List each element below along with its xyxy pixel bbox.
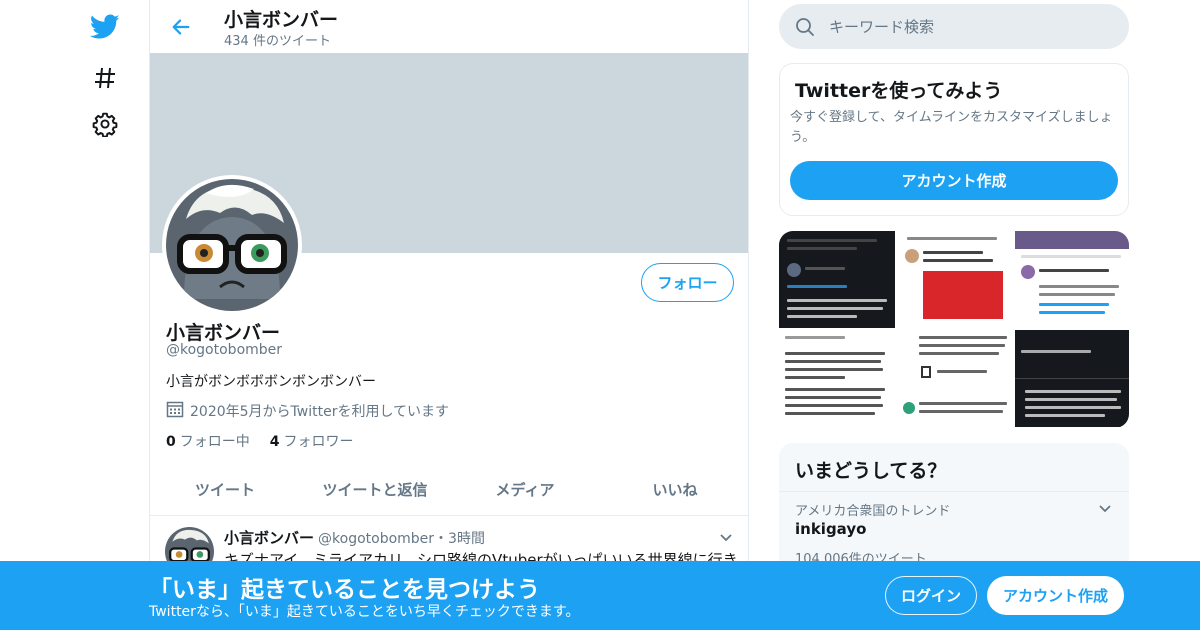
joined-date: 2020年5月からTwitterを利用しています (190, 404, 450, 420)
profile-name: 小言ボンバー (166, 322, 281, 344)
tweet-handle-time: @kogotobomber・3時間 (318, 531, 485, 547)
trend-name: inkigayo (795, 520, 867, 538)
profile-tabs: ツイート ツイートと返信 メディア いいね (150, 463, 748, 516)
back-arrow-icon[interactable] (168, 14, 194, 40)
tweet-author-name[interactable]: 小言ボンバー (224, 529, 314, 547)
tab-tweets-replies[interactable]: ツイートと返信 (300, 463, 450, 515)
search-icon (795, 17, 815, 37)
signup-description: 今すぐ登録して、タイムラインをカスタマイズしましょう。 (790, 110, 1113, 145)
trends-title: いまどうしてる？ (795, 460, 947, 482)
trend-location: アメリカ合衆国のトレンド (795, 504, 951, 519)
signup-title: Twitterを使ってみよう (795, 80, 1003, 102)
media-thumbnail[interactable] (779, 231, 895, 328)
profile-handle: @kogotobomber (166, 342, 283, 358)
twitter-bird-icon[interactable] (90, 12, 120, 42)
tab-media[interactable]: メディア (450, 463, 600, 515)
followers-link[interactable]: 4 フォロワー (270, 434, 354, 450)
profile-joined: 2020年5月からTwitterを利用しています (166, 400, 449, 422)
media-thumbnail[interactable] (779, 330, 895, 427)
search-input[interactable] (829, 17, 1109, 36)
search-bar[interactable] (779, 4, 1129, 49)
calendar-icon (166, 400, 184, 422)
left-nav (80, 0, 130, 630)
bottom-bar-subtitle: Twitterなら、「いま」起きていることをいち早くチェックできます。 (149, 604, 580, 620)
media-grid (779, 231, 1129, 428)
tweet-count: 434 件のツイート (224, 34, 331, 49)
hashtag-icon[interactable] (90, 63, 120, 93)
profile-avatar[interactable] (162, 175, 302, 315)
media-thumbnail[interactable] (1015, 330, 1129, 427)
follow-button[interactable]: フォロー (641, 263, 734, 302)
gear-icon[interactable] (90, 109, 120, 139)
signup-card: Twitterを使ってみよう 今すぐ登録して、タイムラインをカスタマイズしましょ… (779, 63, 1129, 216)
chevron-down-icon[interactable] (1097, 500, 1113, 520)
bottom-bar-title: 「いま」起きていることを見つけよう (149, 577, 540, 603)
login-button[interactable]: ログイン (885, 576, 977, 615)
avatar-image (166, 179, 298, 311)
bottom-signup-bar: 「いま」起きていることを見つけよう Twitterなら、「いま」起きていることを… (0, 561, 1200, 630)
page-title: 小言ボンバー (224, 9, 339, 31)
signup-button[interactable]: アカウント作成 (987, 576, 1124, 615)
tab-tweets[interactable]: ツイート (150, 463, 300, 515)
profile-bio: 小言がボンボボボンボンボンバー (166, 374, 376, 390)
tweet-header: 小言ボンバー @kogotobomber・3時間 (224, 527, 485, 548)
profile-column: 小言ボンバー 434 件のツイート フォロー 小言ボンバー @kogotobom… (149, 0, 749, 630)
follow-stats: 0 フォロー中 4 フォロワー (166, 431, 354, 451)
trend-item[interactable]: アメリカ合衆国のトレンド inkigayo 104,006件のツイート (779, 492, 1129, 572)
media-thumbnail[interactable] (897, 231, 1013, 328)
tab-likes[interactable]: いいね (600, 463, 748, 515)
profile-header: 小言ボンバー 434 件のツイート (150, 0, 748, 53)
following-link[interactable]: 0 フォロー中 (166, 434, 250, 450)
media-thumbnail[interactable] (1015, 231, 1129, 328)
media-thumbnail[interactable] (897, 330, 1013, 427)
chevron-down-icon[interactable] (718, 529, 734, 549)
create-account-button[interactable]: アカウント作成 (790, 161, 1118, 200)
